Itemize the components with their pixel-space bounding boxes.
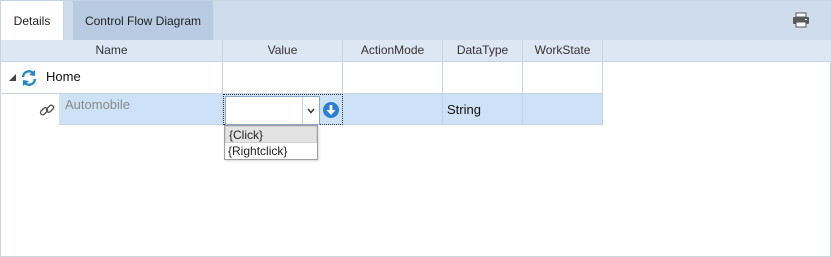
column-header-workstate[interactable]: WorkState [523, 40, 603, 62]
value-cell[interactable] [223, 62, 343, 94]
datatype-cell[interactable] [443, 62, 523, 94]
dropdown-option-rightclick[interactable]: {Rightclick} [225, 143, 317, 160]
printer-icon[interactable] [792, 12, 810, 28]
actionmode-cell[interactable] [343, 94, 443, 125]
tab-details[interactable]: Details [1, 1, 64, 40]
value-editor[interactable] [223, 94, 343, 125]
datatype-value: String [447, 102, 481, 117]
tab-control-flow-diagram[interactable]: Control Flow Diagram [73, 1, 213, 40]
actionmode-cell[interactable] [343, 62, 443, 94]
column-header-datatype[interactable]: DataType [443, 40, 523, 62]
value-dropdown-list: {Click} {Rightclick} [224, 125, 318, 160]
column-header-name[interactable]: Name [1, 40, 223, 62]
workstate-cell[interactable] [523, 94, 603, 125]
refresh-icon [20, 69, 38, 87]
dropdown-option-click[interactable]: {Click} [225, 126, 317, 143]
workstate-cell[interactable] [523, 62, 603, 94]
grid-header: Name Value ActionMode DataType WorkState [1, 40, 831, 62]
link-icon [39, 102, 55, 118]
row-name-label: Automobile [65, 97, 131, 112]
download-arrow-icon[interactable] [322, 101, 340, 119]
row-name-label: Home [46, 69, 81, 84]
column-header-actionmode[interactable]: ActionMode [343, 40, 443, 62]
details-panel: Details Control Flow Diagram Name Value … [0, 0, 831, 257]
expand-collapse-icon[interactable] [9, 74, 16, 81]
datatype-cell[interactable]: String [443, 94, 523, 125]
value-combobox[interactable] [225, 96, 320, 125]
name-cell[interactable]: Home [1, 62, 223, 94]
table-row[interactable]: Home [1, 62, 603, 94]
column-header-value[interactable]: Value [223, 40, 343, 62]
name-cell[interactable]: Automobile [59, 94, 223, 125]
chevron-down-icon[interactable] [302, 97, 319, 124]
tab-strip: Details Control Flow Diagram [1, 1, 831, 40]
